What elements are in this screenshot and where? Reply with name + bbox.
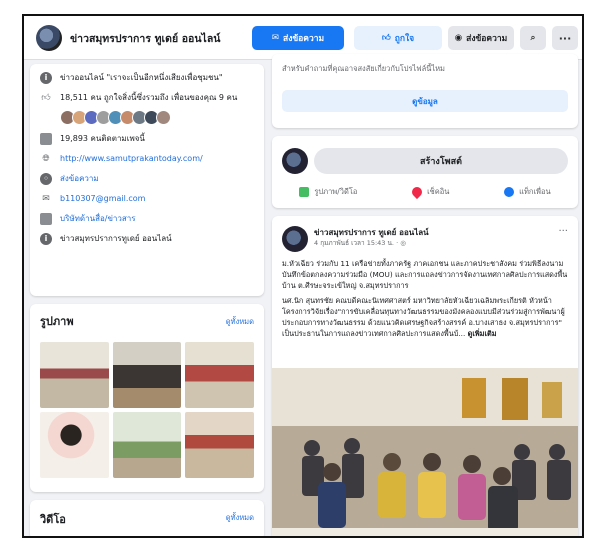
browser-frame: ข่าวสมุทรปราการ ทูเดย์ ออนไลน์ ✉ ส่งข้อค… bbox=[22, 14, 584, 538]
messenger-button[interactable]: ◉ ส่งข้อความ bbox=[448, 26, 514, 50]
post-photo[interactable] bbox=[272, 368, 578, 536]
event-photo-illustration bbox=[272, 368, 578, 536]
check-in-action[interactable]: เช็คอิน bbox=[410, 184, 449, 200]
about-description-row: i ข่าวออนไลน์ "เราจะเป็นอีกหนึ่งเสียงเพื… bbox=[40, 72, 254, 84]
photo-icon bbox=[299, 187, 310, 197]
create-post-button[interactable]: สร้างโพสต์ bbox=[314, 148, 568, 174]
followers-count: 19,893 คนติดตามเพจนี้ bbox=[60, 134, 145, 143]
page-info-card: สำหรับคำถามที่คุณอาจสงสัยเกี่ยวกับโปรไฟล… bbox=[272, 54, 578, 128]
messenger-row: ◦ ส่งข้อความ bbox=[40, 173, 254, 185]
info-icon: i bbox=[40, 233, 52, 245]
right-column: สำหรับคำถามที่คุณอาจสงสัยเกี่ยวกับโปรไฟล… bbox=[272, 54, 578, 536]
see-info-button[interactable]: ดูข้อมูล bbox=[282, 90, 568, 112]
photo-thumbnail[interactable] bbox=[40, 342, 109, 408]
page-title[interactable]: ข่าวสมุทรปราการ ทูเดย์ ออนไลน์ bbox=[70, 30, 220, 47]
about-card: i ข่าวออนไลน์ "เราจะเป็นอีกหนึ่งเสียงเพื… bbox=[30, 64, 264, 296]
more-icon: ··· bbox=[558, 31, 572, 45]
search-icon: ⌕ bbox=[530, 33, 536, 43]
email-row: ✉ b110307@gmail.com bbox=[40, 193, 254, 205]
videos-card: วิดีโอ ดูทั้งหมด bbox=[30, 500, 264, 536]
photo-video-action[interactable]: รูปภาพ/วิดีโอ bbox=[299, 186, 357, 198]
send-message-link[interactable]: ส่งข้อความ bbox=[60, 173, 99, 185]
create-post-card: สร้างโพสต์ รูปภาพ/วิดีโอ เช็คอิน แท็กเพื… bbox=[272, 136, 578, 208]
about-description: ข่าวออนไลน์ "เราจะเป็นอีกหนึ่งเสียงเพื่อ… bbox=[60, 73, 223, 82]
post-timestamp[interactable]: 4 กุมภาพันธ์ เวลา 15:43 น. · ◎ bbox=[314, 238, 406, 248]
followers-icon bbox=[40, 133, 52, 145]
post-paragraph: ม.หัวเฉียว ร่วมกับ 11 เครือข่ายทั้งภาครั… bbox=[282, 259, 568, 290]
website-row: 🌐︎ http://www.samutprakantoday.com/ bbox=[40, 153, 254, 165]
friend-avatar[interactable] bbox=[156, 110, 171, 125]
search-button[interactable]: ⌕ bbox=[520, 26, 546, 50]
category-row: บริษัทด้านสื่อ/ข่าวสาร bbox=[40, 213, 254, 225]
message-icon: ✉ bbox=[271, 33, 280, 43]
likes-count: 18,511 คน ถูกใจสิ่งนี้ซึ่งรวมถึง เพื่อนข… bbox=[60, 93, 238, 102]
photos-title: รูปภาพ bbox=[40, 315, 74, 328]
globe-icon: 🌐︎ bbox=[42, 154, 50, 164]
left-column: i ข่าวออนไลน์ "เราจะเป็นอีกหนึ่งเสียงเพื… bbox=[30, 64, 264, 536]
post-more-icon[interactable]: ··· bbox=[558, 226, 568, 237]
location-pin-icon bbox=[410, 184, 425, 200]
thumbs-up-icon: 👍︎ bbox=[381, 33, 391, 43]
info-icon: i bbox=[40, 72, 52, 84]
liked-button[interactable]: 👍︎ ถูกใจ bbox=[354, 26, 442, 50]
messenger-icon: ◉ bbox=[454, 33, 463, 43]
info-card-text: สำหรับคำถามที่คุณอาจสงสัยเกี่ยวกับโปรไฟล… bbox=[282, 64, 445, 73]
website-link[interactable]: http://www.samutprakantoday.com/ bbox=[60, 153, 203, 165]
name-row: i ข่าวสมุทรปราการทูเดย์ ออนไลน์ bbox=[40, 233, 254, 245]
feed-post: ข่าวสมุทรปราการ ทูเดย์ ออนไลน์ 4 กุมภาพั… bbox=[272, 216, 578, 536]
post-author-avatar[interactable] bbox=[282, 226, 308, 252]
post-paragraph-2: นศ.นิก สุนทรชัย คณบดีคณะนิเทศศาสตร์ มหาว… bbox=[282, 296, 565, 338]
photo-thumbnail[interactable] bbox=[40, 412, 109, 478]
thumbs-up-icon: 👍︎ bbox=[41, 93, 51, 103]
messenger-icon: ◦ bbox=[40, 173, 52, 185]
photos-see-all-link[interactable]: ดูทั้งหมด bbox=[226, 316, 254, 328]
photo-thumbnail[interactable] bbox=[185, 412, 254, 478]
tag-friends-action[interactable]: แท็กเพื่อน bbox=[504, 186, 551, 198]
videos-title: วิดีโอ bbox=[40, 513, 66, 526]
friends-avatars[interactable] bbox=[60, 110, 254, 125]
see-more-link[interactable]: ดูเพิ่มเติม bbox=[468, 329, 497, 338]
page-name-line: ข่าวสมุทรปราการทูเดย์ ออนไลน์ bbox=[60, 234, 172, 243]
photos-card: รูปภาพ ดูทั้งหมด bbox=[30, 304, 264, 492]
category-link[interactable]: บริษัทด้านสื่อ/ข่าวสาร bbox=[60, 213, 136, 225]
photo-thumbnail[interactable] bbox=[185, 342, 254, 408]
photo-thumbnail[interactable] bbox=[112, 342, 182, 408]
likes-row: 👍︎ 18,511 คน ถูกใจสิ่งนี้ซึ่งรวมถึง เพื่… bbox=[40, 92, 254, 104]
post-body: ม.หัวเฉียว ร่วมกับ 11 เครือข่ายทั้งภาครั… bbox=[282, 258, 570, 343]
followers-row: 19,893 คนติดตามเพจนี้ bbox=[40, 133, 254, 145]
more-button[interactable]: ··· bbox=[552, 26, 578, 50]
photo-thumbnail[interactable] bbox=[112, 412, 182, 478]
category-icon bbox=[40, 213, 52, 225]
composer-avatar[interactable] bbox=[282, 148, 308, 174]
videos-see-all-link[interactable]: ดูทั้งหมด bbox=[226, 512, 254, 524]
photos-grid bbox=[40, 342, 254, 478]
send-message-button[interactable]: ✉ ส่งข้อความ bbox=[252, 26, 344, 50]
page-avatar[interactable] bbox=[36, 25, 62, 51]
email-link[interactable]: b110307@gmail.com bbox=[60, 193, 145, 205]
tag-people-icon bbox=[504, 187, 515, 197]
composer-actions: รูปภาพ/วิดีโอ เช็คอิน แท็กเพื่อน bbox=[272, 182, 578, 202]
mail-icon: ✉ bbox=[42, 194, 50, 204]
